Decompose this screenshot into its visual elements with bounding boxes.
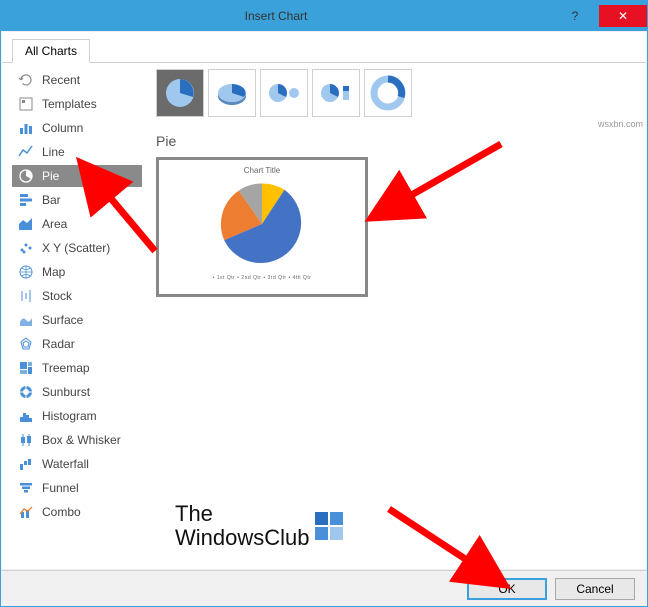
sidebar-item-label: Line (42, 145, 65, 159)
subtype-pie[interactable] (156, 69, 204, 117)
map-icon (18, 264, 34, 280)
pie-flat-icon (162, 75, 198, 111)
histogram-icon (18, 408, 34, 424)
sidebar-item-sunburst[interactable]: Sunburst (12, 381, 142, 403)
pie-3d-icon (214, 75, 250, 111)
sidebar-item-label: Map (42, 265, 65, 279)
bar-of-pie-icon (318, 75, 354, 111)
sidebar-item-stock[interactable]: Stock (12, 285, 142, 307)
sidebar-item-label: Surface (42, 313, 83, 327)
pie-of-pie-icon (266, 75, 302, 111)
preview-title: Chart Title (244, 166, 280, 175)
sidebar-item-box-whisker[interactable]: Box & Whisker (12, 429, 142, 451)
sidebar-item-label: Treemap (42, 361, 90, 375)
box-whisker-icon (18, 432, 34, 448)
sidebar-item-histogram[interactable]: Histogram (12, 405, 142, 427)
ok-button[interactable]: OK (467, 578, 547, 600)
cancel-button[interactable]: Cancel (555, 578, 635, 600)
subtype-doughnut[interactable] (364, 69, 412, 117)
stock-icon (18, 288, 34, 304)
sidebar-item-label: Sunburst (42, 385, 90, 399)
sidebar-item-label: Box & Whisker (42, 433, 121, 447)
area-icon (18, 216, 34, 232)
waterfall-icon (18, 456, 34, 472)
dialog-title: Insert Chart (1, 9, 551, 23)
chart-subtype-panel: Pie Chart Title • 1st Qtr • 2nd Qtr • 3r (156, 69, 636, 563)
sidebar-item-label: Bar (42, 193, 61, 207)
sidebar-item-label: X Y (Scatter) (42, 241, 110, 255)
preview-legend: • 1st Qtr • 2nd Qtr • 3rd Qtr • 4th Qtr (213, 275, 312, 281)
close-button[interactable]: ✕ (599, 5, 647, 27)
column-icon (18, 120, 34, 136)
sidebar-item-templates[interactable]: Templates (12, 93, 142, 115)
sidebar-item-label: Stock (42, 289, 72, 303)
insert-chart-dialog: Insert Chart ? ✕ All Charts Recent Templ… (0, 0, 648, 607)
surface-icon (18, 312, 34, 328)
bar-icon (18, 192, 34, 208)
sidebar-item-label: Pie (42, 169, 59, 183)
subtype-row (156, 69, 636, 117)
dialog-footer: OK Cancel (1, 570, 647, 606)
dialog-content: All Charts Recent Templates Column (2, 32, 646, 569)
sidebar-item-label: Radar (42, 337, 75, 351)
sidebar-item-combo[interactable]: Combo (12, 501, 142, 523)
sidebar-item-pie[interactable]: Pie (12, 165, 142, 187)
sidebar-item-scatter[interactable]: X Y (Scatter) (12, 237, 142, 259)
sidebar-item-funnel[interactable]: Funnel (12, 477, 142, 499)
dialog-inner: Recent Templates Column Line Pie (2, 63, 646, 569)
sidebar-item-recent[interactable]: Recent (12, 69, 142, 91)
line-icon (18, 144, 34, 160)
sidebar-item-label: Combo (42, 505, 81, 519)
sidebar-item-label: Templates (42, 97, 97, 111)
titlebar: Insert Chart ? ✕ (1, 1, 647, 31)
treemap-icon (18, 360, 34, 376)
sidebar-item-line[interactable]: Line (12, 141, 142, 163)
sidebar-item-column[interactable]: Column (12, 117, 142, 139)
tab-all-charts[interactable]: All Charts (12, 39, 90, 63)
preview-pie-icon (217, 179, 307, 269)
close-icon: ✕ (618, 9, 628, 23)
sidebar-item-label: Recent (42, 73, 80, 87)
scatter-icon (18, 240, 34, 256)
help-button[interactable]: ? (551, 5, 599, 27)
recent-icon (18, 72, 34, 88)
sidebar-item-treemap[interactable]: Treemap (12, 357, 142, 379)
sidebar-item-label: Area (42, 217, 67, 231)
sidebar-item-label: Waterfall (42, 457, 89, 471)
chart-preview[interactable]: Chart Title • 1st Qtr • 2nd Qtr • 3rd Qt… (156, 157, 368, 297)
tab-strip: All Charts (2, 32, 646, 63)
sidebar-item-bar[interactable]: Bar (12, 189, 142, 211)
funnel-icon (18, 480, 34, 496)
pie-icon (18, 168, 34, 184)
sunburst-icon (18, 384, 34, 400)
doughnut-icon (370, 75, 406, 111)
subtype-bar-of-pie[interactable] (312, 69, 360, 117)
sidebar-item-radar[interactable]: Radar (12, 333, 142, 355)
sidebar-item-label: Funnel (42, 481, 79, 495)
templates-icon (18, 96, 34, 112)
sidebar-item-map[interactable]: Map (12, 261, 142, 283)
subtype-pie-of-pie[interactable] (260, 69, 308, 117)
sidebar-item-area[interactable]: Area (12, 213, 142, 235)
subtype-pie-3d[interactable] (208, 69, 256, 117)
sidebar-item-label: Histogram (42, 409, 97, 423)
source-url: wsxbn.com (598, 119, 643, 129)
subtype-label: Pie (156, 133, 636, 149)
chart-category-list: Recent Templates Column Line Pie (12, 69, 142, 563)
sidebar-item-surface[interactable]: Surface (12, 309, 142, 331)
radar-icon (18, 336, 34, 352)
sidebar-item-waterfall[interactable]: Waterfall (12, 453, 142, 475)
combo-icon (18, 504, 34, 520)
sidebar-item-label: Column (42, 121, 83, 135)
